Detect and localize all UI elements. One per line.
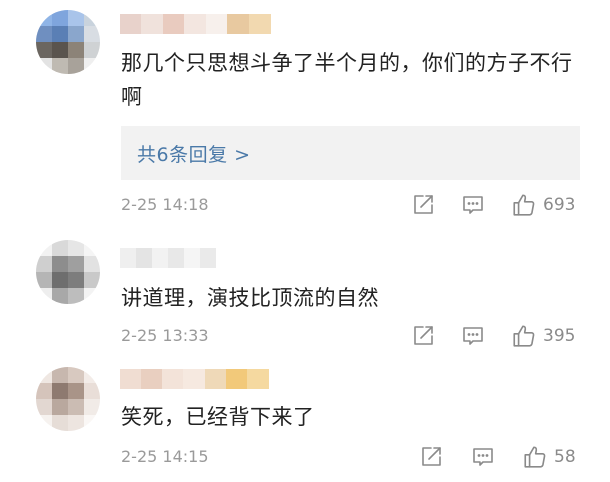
timestamp: 2-25 14:18 <box>121 195 209 214</box>
like-count: 395 <box>543 326 576 346</box>
like-button[interactable]: 395 <box>511 322 575 350</box>
reply-summary[interactable]: 共6条回复 > <box>121 126 580 180</box>
comment-text: 笑死，已经背下来了 <box>121 405 315 429</box>
comment-button[interactable] <box>461 191 485 219</box>
thumbs-up-icon <box>511 192 537 218</box>
comment-item: 笑死，已经背下来了 2-25 14:15 58 <box>0 355 610 482</box>
like-button[interactable]: 58 <box>522 443 576 471</box>
avatar[interactable] <box>36 367 100 431</box>
comment-icon <box>471 445 495 469</box>
comment-meta: 2-25 14:15 58 <box>121 443 591 471</box>
view-replies-link[interactable]: 共6条回复 > <box>137 140 251 167</box>
share-button[interactable] <box>411 191 435 219</box>
timestamp: 2-25 13:33 <box>121 326 209 345</box>
comment-button[interactable] <box>461 322 485 350</box>
thumbs-up-icon <box>522 444 548 470</box>
like-count: 693 <box>543 195 576 215</box>
comment-text: 那几个只思想斗争了半个月的，你们的方子不行啊 <box>121 51 573 109</box>
comment-button[interactable] <box>471 443 495 471</box>
avatar[interactable] <box>36 240 100 304</box>
avatar[interactable] <box>36 10 100 74</box>
share-icon <box>419 445 443 469</box>
username-blurred[interactable] <box>120 14 271 34</box>
share-icon <box>411 324 435 348</box>
share-button[interactable] <box>419 443 443 471</box>
comment-text: 讲道理，演技比顶流的自然 <box>121 286 379 310</box>
comment-item: 讲道理，演技比顶流的自然 2-25 13:33 395 <box>0 230 610 355</box>
comment-icon <box>461 324 485 348</box>
like-count: 58 <box>554 447 576 467</box>
username-blurred[interactable] <box>120 248 216 268</box>
thumbs-up-icon <box>511 323 537 349</box>
share-button[interactable] <box>411 322 435 350</box>
username-blurred[interactable] <box>120 369 269 389</box>
comment-meta: 2-25 13:33 395 <box>121 322 591 350</box>
comment-item: 那几个只思想斗争了半个月的，你们的方子不行啊 共6条回复 > 2-25 14:1… <box>0 0 610 230</box>
share-icon <box>411 193 435 217</box>
comment-icon <box>461 193 485 217</box>
like-button[interactable]: 693 <box>511 191 575 219</box>
timestamp: 2-25 14:15 <box>121 447 209 466</box>
comment-meta: 2-25 14:18 693 <box>121 191 591 219</box>
